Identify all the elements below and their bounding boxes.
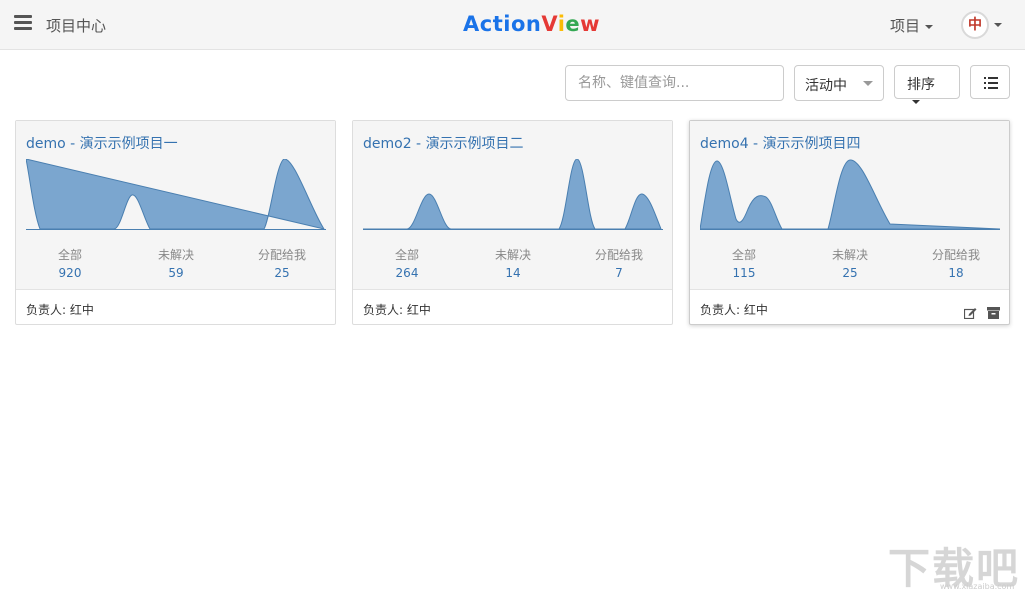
stat-unresolved: 未解决 25 [831,248,868,280]
stat-total: 全部 920 [57,248,82,280]
status-filter-value: 活动中 [805,78,847,94]
project-card-body: demo - 演示示例项目一 全部 920 未解决 59 分配给我 25 [16,121,335,290]
caret-down-icon [912,100,920,104]
card-actions [959,302,1000,321]
project-title-link[interactable]: demo - 演示示例项目一 [26,133,178,153]
sort-label: 排序 [907,77,935,93]
edit-icon[interactable] [963,307,977,319]
page-title: 项目中心 [46,17,107,35]
search-input[interactable] [565,65,784,101]
caret-down-icon [925,24,934,29]
projects-menu[interactable]: 项目 [890,15,934,36]
stat-assigned-to-me: 分配给我 7 [594,248,643,280]
stat-assigned-to-me: 分配给我 25 [257,248,306,280]
activity-sparkline [700,159,1000,230]
caret-down-icon [994,23,1002,27]
projects-menu-label: 项目 [890,17,921,35]
project-owner: 负责人: 红中 [700,303,768,317]
top-navbar: 项目中心 ActionView 项目 中 [0,0,1025,50]
activity-sparkline [363,159,663,230]
project-card: demo4 - 演示示例项目四 全部 115 未解决 25 分配给我 18 负责… [689,120,1010,325]
project-owner: 负责人: 红中 [26,303,94,317]
project-card-body: demo2 - 演示示例项目二 全部 264 未解决 14 分配给我 7 [353,121,672,290]
list-view-button[interactable] [970,65,1010,99]
project-card-body: demo4 - 演示示例项目四 全部 115 未解决 25 分配给我 18 [690,121,1009,290]
select-arrow-icon [863,81,873,86]
sort-button[interactable]: 排序 [894,65,960,104]
project-title-link[interactable]: demo4 - 演示示例项目四 [700,133,861,153]
watermark-url: www.xiazaiba.com [940,582,1015,591]
project-title-link[interactable]: demo2 - 演示示例项目二 [363,133,524,153]
activity-sparkline [26,159,326,230]
stat-unresolved: 未解决 14 [494,248,531,280]
stat-assigned-to-me: 分配给我 18 [931,248,980,280]
project-card: demo - 演示示例项目一 全部 920 未解决 59 分配给我 25 负责人… [15,120,336,325]
list-icon [984,77,998,89]
stat-unresolved: 未解决 59 [157,248,194,280]
archive-icon[interactable] [987,306,1000,319]
status-filter-select[interactable]: 活动中 [794,65,884,101]
user-menu[interactable]: 中 [961,11,1002,39]
project-owner: 负责人: 红中 [363,303,431,317]
stat-total: 全部 115 [731,248,756,280]
project-card: demo2 - 演示示例项目二 全部 264 未解决 14 分配给我 7 负责人… [352,120,673,325]
actionview-logo[interactable]: ActionView [463,12,600,36]
stat-total: 全部 264 [394,248,419,280]
avatar: 中 [961,11,989,39]
hamburger-menu-icon[interactable] [14,15,32,31]
